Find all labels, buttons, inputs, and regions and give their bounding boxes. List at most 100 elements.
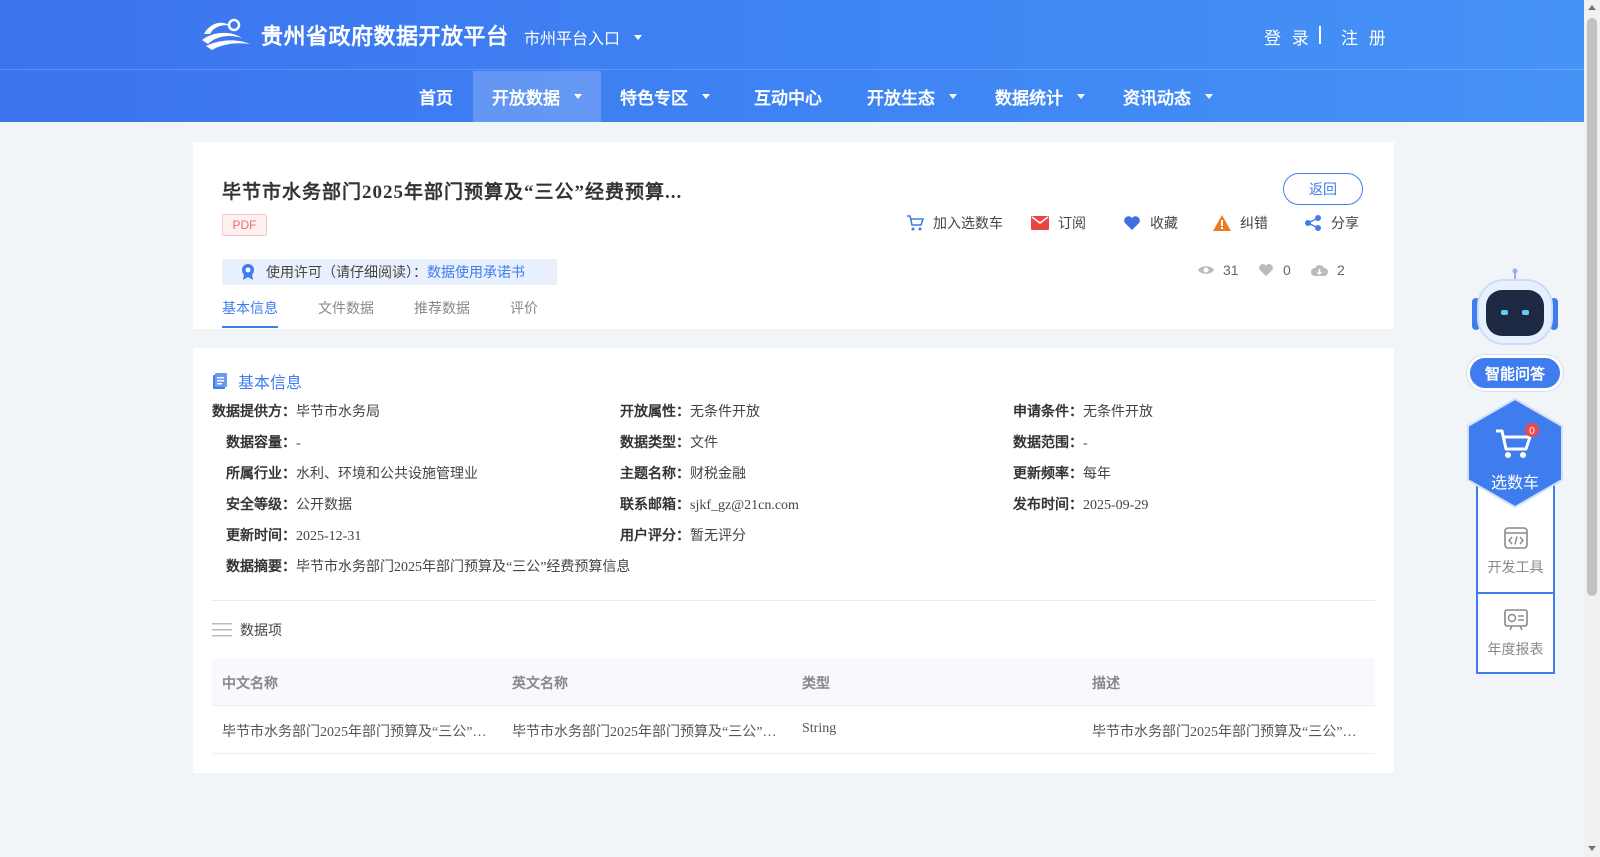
badge-icon — [242, 264, 254, 280]
tab-recommended[interactable]: 推荐数据 — [414, 298, 470, 328]
document-icon — [213, 373, 227, 389]
dev-tools-label: 开发工具 — [1487, 559, 1544, 575]
mail-icon — [1031, 216, 1049, 230]
nav-label: 数据统计 — [995, 89, 1063, 108]
dev-tools-button[interactable]: 开发工具 — [1478, 512, 1553, 592]
field-industry: 所属行业：水利、环境和公共设施管理业 — [226, 467, 478, 482]
auth-divider — [1319, 26, 1321, 44]
cart-icon — [907, 215, 924, 231]
field-open-attr: 开放属性：无条件开放 — [620, 405, 760, 420]
field-data-type: 数据类型：文件 — [620, 436, 718, 451]
city-entry-dropdown[interactable]: 市州平台入口 — [524, 25, 643, 49]
logo-icon[interactable] — [200, 16, 252, 52]
column-header: 英文名称 — [512, 677, 568, 692]
tab-basic-info[interactable]: 基本信息 — [222, 298, 278, 328]
license-link[interactable]: 数据使用承诺书 — [427, 262, 525, 282]
site-header: 贵州省政府数据开放平台 市州平台入口 登 录 注 册 首页 开放数据 特色专区 … — [0, 0, 1584, 122]
table-cell: 毕节市水务部门2025年部门预算及“三公”经费预算信息 — [1092, 725, 1362, 740]
likes-count: 0 — [1283, 262, 1291, 278]
register-link[interactable]: 注 册 — [1341, 24, 1389, 49]
action-label: 加入选数车 — [933, 215, 1003, 231]
section-divider — [212, 600, 1375, 601]
share-icon — [1305, 215, 1321, 231]
caret-down-icon — [1077, 94, 1085, 99]
license-bar: 使用许可（请仔细阅读）： 数据使用承诺书 — [222, 259, 557, 285]
heart-icon — [1259, 264, 1273, 277]
report-error-button[interactable]: 纠错 — [1213, 213, 1268, 233]
login-link[interactable]: 登 录 — [1264, 24, 1312, 49]
field-theme: 主题名称：财税金融 — [620, 467, 746, 482]
list-icon — [212, 623, 232, 637]
cloud-download-icon — [1311, 264, 1328, 276]
scroll-down-icon[interactable] — [1588, 846, 1596, 851]
field-provider: 数据提供方：毕节市水务局 — [212, 405, 380, 420]
field-security: 安全等级：公开数据 — [226, 498, 352, 513]
column-header: 描述 — [1092, 677, 1120, 692]
field-rating: 用户评分：暂无评分 — [620, 529, 746, 544]
add-to-cart-button[interactable]: 加入选数车 — [906, 213, 1003, 233]
cart-count: 0 — [1529, 426, 1535, 437]
nav-item-ecosystem[interactable]: 开放生态 — [848, 71, 976, 122]
annual-report-button[interactable]: 年度报表 — [1478, 594, 1553, 674]
nav-label: 开放生态 — [867, 89, 935, 108]
section-title-label: 基本信息 — [238, 375, 303, 392]
dataset-header-card: 毕节市水务部门2025年部门预算及“三公”经费预算... PDF 返回 加入选数… — [193, 142, 1394, 329]
nav-item-news[interactable]: 资讯动态 — [1104, 71, 1232, 122]
page-scrollbar[interactable] — [1584, 0, 1600, 857]
share-button[interactable]: 分享 — [1304, 213, 1359, 233]
action-label: 订阅 — [1058, 215, 1086, 231]
warning-icon — [1213, 215, 1231, 231]
dataset-title: 毕节市水务部门2025年部门预算及“三公”经费预算... — [222, 182, 683, 203]
title-divider — [503, 25, 504, 45]
tab-reviews[interactable]: 评价 — [510, 298, 538, 328]
field-summary: 数据摘要：毕节市水务部门2025年部门预算及“三公”经费预算信息 — [226, 560, 631, 575]
downloads-count: 2 — [1337, 262, 1345, 278]
data-items-title: 数据项 — [212, 620, 282, 640]
favorite-button[interactable]: 收藏 — [1123, 213, 1178, 233]
nav-label: 资讯动态 — [1123, 89, 1191, 108]
nav-item-open-data[interactable]: 开放数据 — [473, 71, 601, 122]
likes-stat: 0 — [1258, 262, 1291, 278]
column-header: 类型 — [802, 677, 830, 692]
caret-down-icon — [574, 94, 582, 99]
scroll-up-icon[interactable] — [1588, 5, 1596, 10]
eye-icon — [1198, 266, 1214, 274]
smart-qa-button[interactable]: 智能问答 — [1467, 355, 1563, 391]
field-frequency: 更新频率：每年 — [1013, 467, 1111, 482]
table-header: 中文名称 英文名称 类型 描述 — [212, 658, 1375, 706]
nav-item-special[interactable]: 特色专区 — [601, 71, 729, 122]
caret-down-icon — [634, 34, 643, 40]
robot-assistant-icon[interactable] — [1469, 268, 1561, 348]
caret-down-icon — [1205, 94, 1213, 99]
basic-info-card: 基本信息 数据提供方：毕节市水务局 开放属性：无条件开放 申请条件：无条件开放 … — [193, 348, 1394, 773]
scroll-thumb[interactable] — [1587, 18, 1597, 596]
cart-label[interactable]: 选数车 — [1466, 469, 1564, 493]
heart-icon — [1124, 216, 1140, 230]
subscribe-button[interactable]: 订阅 — [1031, 213, 1086, 233]
field-email: 联系邮箱：sjkf_gz@21cn.com — [620, 498, 799, 513]
nav-label: 互动中心 — [754, 89, 822, 108]
data-items-label: 数据项 — [240, 622, 282, 638]
format-tag: PDF — [222, 214, 267, 236]
downloads-stat: 2 — [1311, 262, 1345, 278]
report-icon — [1503, 609, 1528, 631]
nav-label: 首页 — [419, 89, 453, 108]
top-bar: 贵州省政府数据开放平台 市州平台入口 登 录 注 册 — [0, 0, 1584, 70]
license-label: 使用许可（请仔细阅读）： — [266, 264, 427, 280]
views-stat: 31 — [1198, 262, 1239, 278]
nav-item-statistics[interactable]: 数据统计 — [976, 71, 1104, 122]
nav-label: 特色专区 — [620, 89, 688, 108]
field-updated: 更新时间：2025-12-31 — [226, 529, 362, 544]
action-label: 分享 — [1331, 215, 1359, 231]
main-nav: 首页 开放数据 特色专区 互动中心 开放生态 数据统计 资讯动态 — [0, 71, 1584, 122]
table-cell: 毕节市水务部门2025年部门预算及“三公”经费预算信息 — [512, 725, 782, 740]
city-entry-label: 市州平台入口 — [524, 31, 621, 48]
tab-file-data[interactable]: 文件数据 — [318, 298, 374, 328]
caret-down-icon — [702, 94, 710, 99]
site-title[interactable]: 贵州省政府数据开放平台 — [261, 19, 509, 51]
nav-label: 开放数据 — [492, 89, 560, 108]
back-button[interactable]: 返回 — [1283, 173, 1363, 205]
table-cell: String — [802, 721, 837, 736]
nav-item-interaction[interactable]: 互动中心 — [724, 71, 852, 122]
caret-down-icon — [949, 94, 957, 99]
